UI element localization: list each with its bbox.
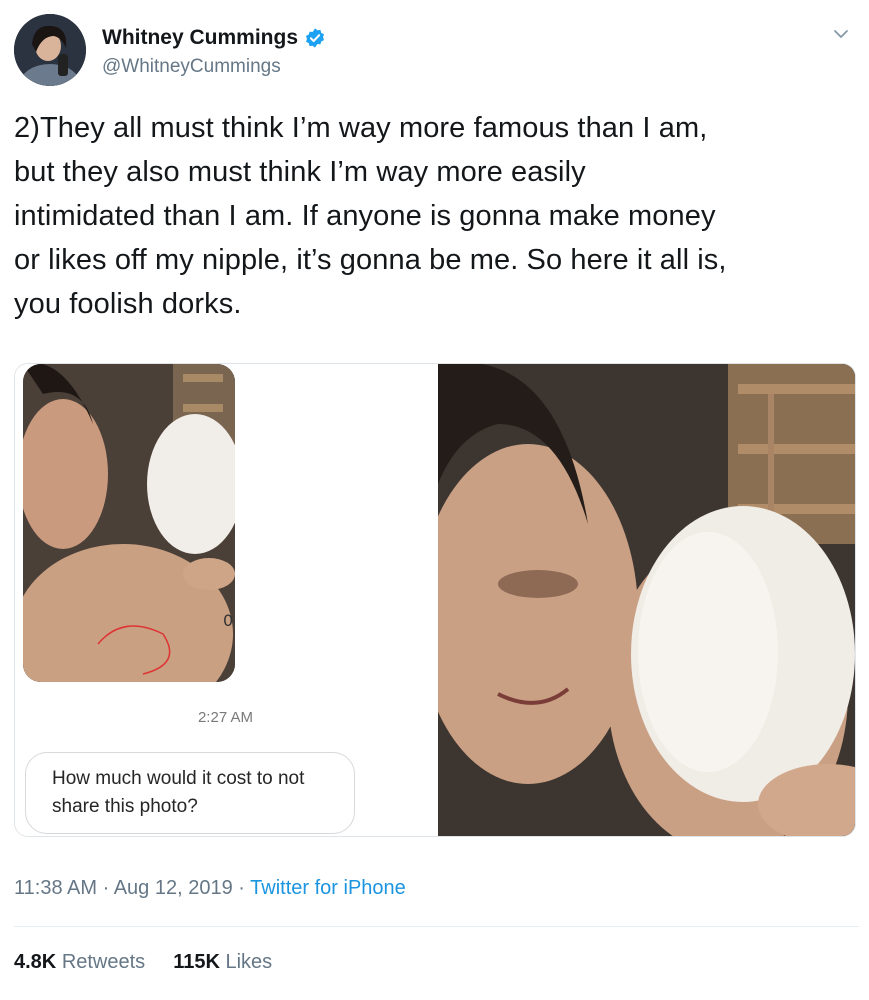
tweet-meta: 11:38 AM · Aug 12, 2019 · Twitter for iP…	[14, 877, 406, 900]
tweet-line: intimidated than I am. If anyone is gonn…	[14, 200, 716, 232]
tweet-time[interactable]: 11:38 AM	[14, 877, 97, 899]
message-line: share this photo?	[52, 796, 198, 817]
dm-photo: 0	[23, 364, 235, 682]
author-name-row: Whitney Cummings	[102, 26, 326, 50]
author-display-name[interactable]: Whitney Cummings	[102, 26, 298, 50]
divider	[14, 926, 859, 927]
likes-stat[interactable]: 115K Likes	[173, 951, 272, 974]
retweets-label: Retweets	[61, 951, 146, 973]
media-screenshot-dm[interactable]: 0 2:27 AM How much would it cost to not …	[15, 364, 436, 836]
tweet-source-link[interactable]: Twitter for iPhone	[250, 877, 406, 899]
svg-text:0: 0	[223, 611, 233, 630]
tweet-text: 2)They all must think I’m way more famou…	[14, 106, 859, 326]
message-bubble: How much would it cost to not share this…	[25, 752, 355, 834]
tweet-line: 2)They all must think I’m way more famou…	[14, 112, 708, 144]
tweet-date[interactable]: Aug 12, 2019	[114, 877, 233, 899]
tweet-header: Whitney Cummings @WhitneyCummings	[14, 14, 859, 88]
avatar[interactable]	[14, 14, 86, 86]
retweets-stat[interactable]: 4.8K Retweets	[14, 951, 145, 974]
message-line: How much would it cost to not	[52, 768, 305, 789]
tweet-stats: 4.8K Retweets 115K Likes	[14, 951, 272, 974]
tweet-line: but they also must think I’m way more ea…	[14, 156, 586, 188]
meta-separator: ·	[238, 877, 245, 899]
meta-separator: ·	[102, 877, 110, 899]
likes-label: Likes	[225, 951, 273, 973]
media-grid: 0 2:27 AM How much would it cost to not …	[14, 363, 856, 837]
tweet-line: you foolish dorks.	[14, 288, 242, 320]
likes-count: 115K	[173, 951, 220, 973]
tweet-line: or likes off my nipple, it’s gonna be me…	[14, 244, 727, 276]
retweets-count: 4.8K	[14, 951, 57, 973]
author-handle[interactable]: @WhitneyCummings	[102, 56, 281, 78]
verified-badge-icon	[306, 28, 324, 48]
message-timestamp: 2:27 AM	[197, 709, 254, 726]
media-photo[interactable]	[438, 364, 855, 836]
chevron-down-icon[interactable]	[831, 24, 851, 44]
